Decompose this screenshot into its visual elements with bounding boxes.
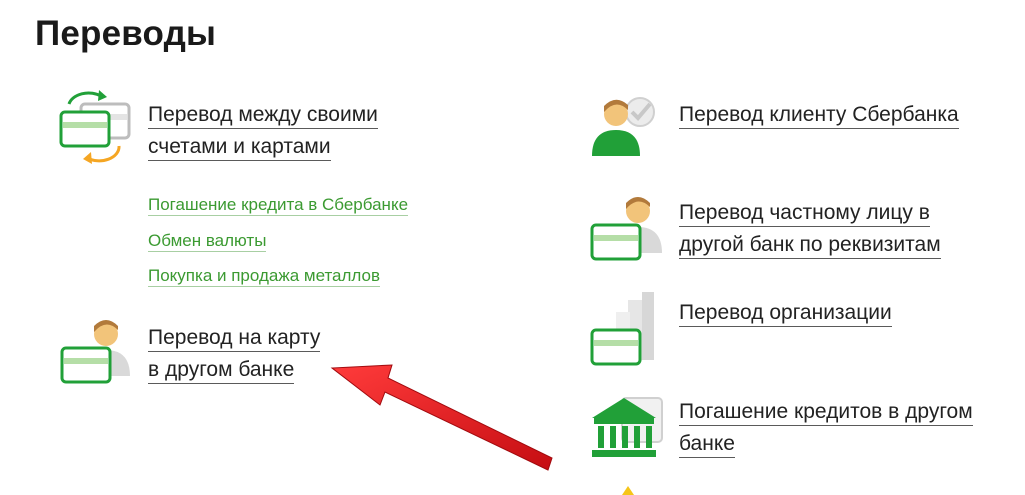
person-sber-icon[interactable] [588,92,668,162]
sber-client-link[interactable]: Перевод клиенту Сбербанка [679,99,959,131]
card-other-bank-link[interactable]: Перевод на карту в другом банке [148,322,321,386]
sub-link-sber-credit[interactable]: Погашение кредита в Сбербанке [148,194,409,216]
own-transfer-line2: счетами и картами [148,134,331,161]
sub-link-metals[interactable]: Покупка и продажа металлов [148,265,381,287]
page-title: Переводы [35,14,217,53]
partial-next-icon [622,486,634,495]
person-card-bank-icon[interactable] [588,195,668,265]
card-other-bank-line1: Перевод на карту [148,325,321,352]
other-bank-credit-line1: Погашение кредитов в другом [679,399,973,426]
bank-building-icon[interactable] [588,388,670,468]
other-bank-credit-line2: банке [679,431,735,458]
transfer-between-accounts-icon[interactable] [55,88,135,168]
private-person-line2: другой банк по реквизитам [679,232,941,259]
own-transfer-line1: Перевод между своими [148,102,378,129]
organization-line1: Перевод организации [679,300,892,327]
private-person-line1: Перевод частному лицу в [679,200,930,227]
own-transfer-link[interactable]: Перевод между своими счетами и картами [148,99,378,163]
other-bank-credit-link[interactable]: Погашение кредитов в другом банке [679,396,973,460]
card-other-bank-line2: в другом банке [148,357,295,384]
sber-client-line1: Перевод клиенту Сбербанка [679,102,959,129]
sub-link-currency-exchange[interactable]: Обмен валюты [148,230,267,252]
private-person-link[interactable]: Перевод частному лицу в другой банк по р… [679,197,941,261]
organization-card-icon[interactable] [588,290,668,370]
organization-link[interactable]: Перевод организации [679,297,892,329]
person-card-icon[interactable] [58,318,138,388]
